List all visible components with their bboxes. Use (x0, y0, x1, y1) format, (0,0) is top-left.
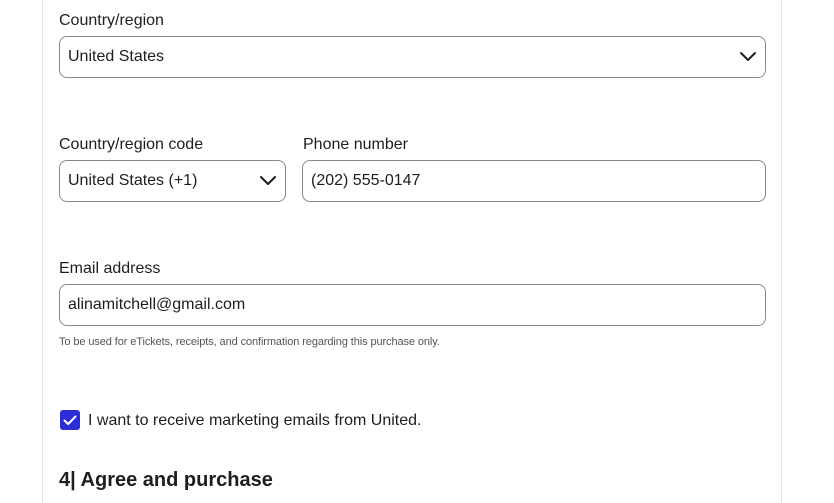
phone-number-field[interactable] (302, 160, 766, 202)
section-title-agree-purchase: 4| Agree and purchase (59, 469, 273, 491)
email-label: Email address (59, 260, 161, 277)
marketing-checkbox[interactable] (60, 410, 80, 430)
email-help-text: To be used for eTickets, receipts, and c… (59, 336, 440, 348)
country-select-value: United States (68, 48, 165, 65)
check-icon (63, 415, 77, 425)
chevron-down-icon (259, 172, 277, 190)
country-code-label: Country/region code (59, 136, 204, 153)
country-select[interactable]: United States (59, 36, 766, 78)
country-code-select[interactable]: United States (+1) (59, 160, 286, 202)
chevron-down-icon (739, 48, 757, 66)
marketing-checkbox-label[interactable]: I want to receive marketing emails from … (88, 412, 421, 430)
country-label: Country/region (59, 12, 164, 29)
email-field[interactable] (59, 284, 766, 326)
country-code-select-value: United States (+1) (68, 172, 198, 189)
email-input[interactable] (68, 296, 757, 314)
phone-number-label: Phone number (303, 136, 408, 153)
phone-number-input[interactable] (311, 172, 757, 190)
checkout-form-panel: Country/region United States Country/reg… (42, 0, 782, 503)
